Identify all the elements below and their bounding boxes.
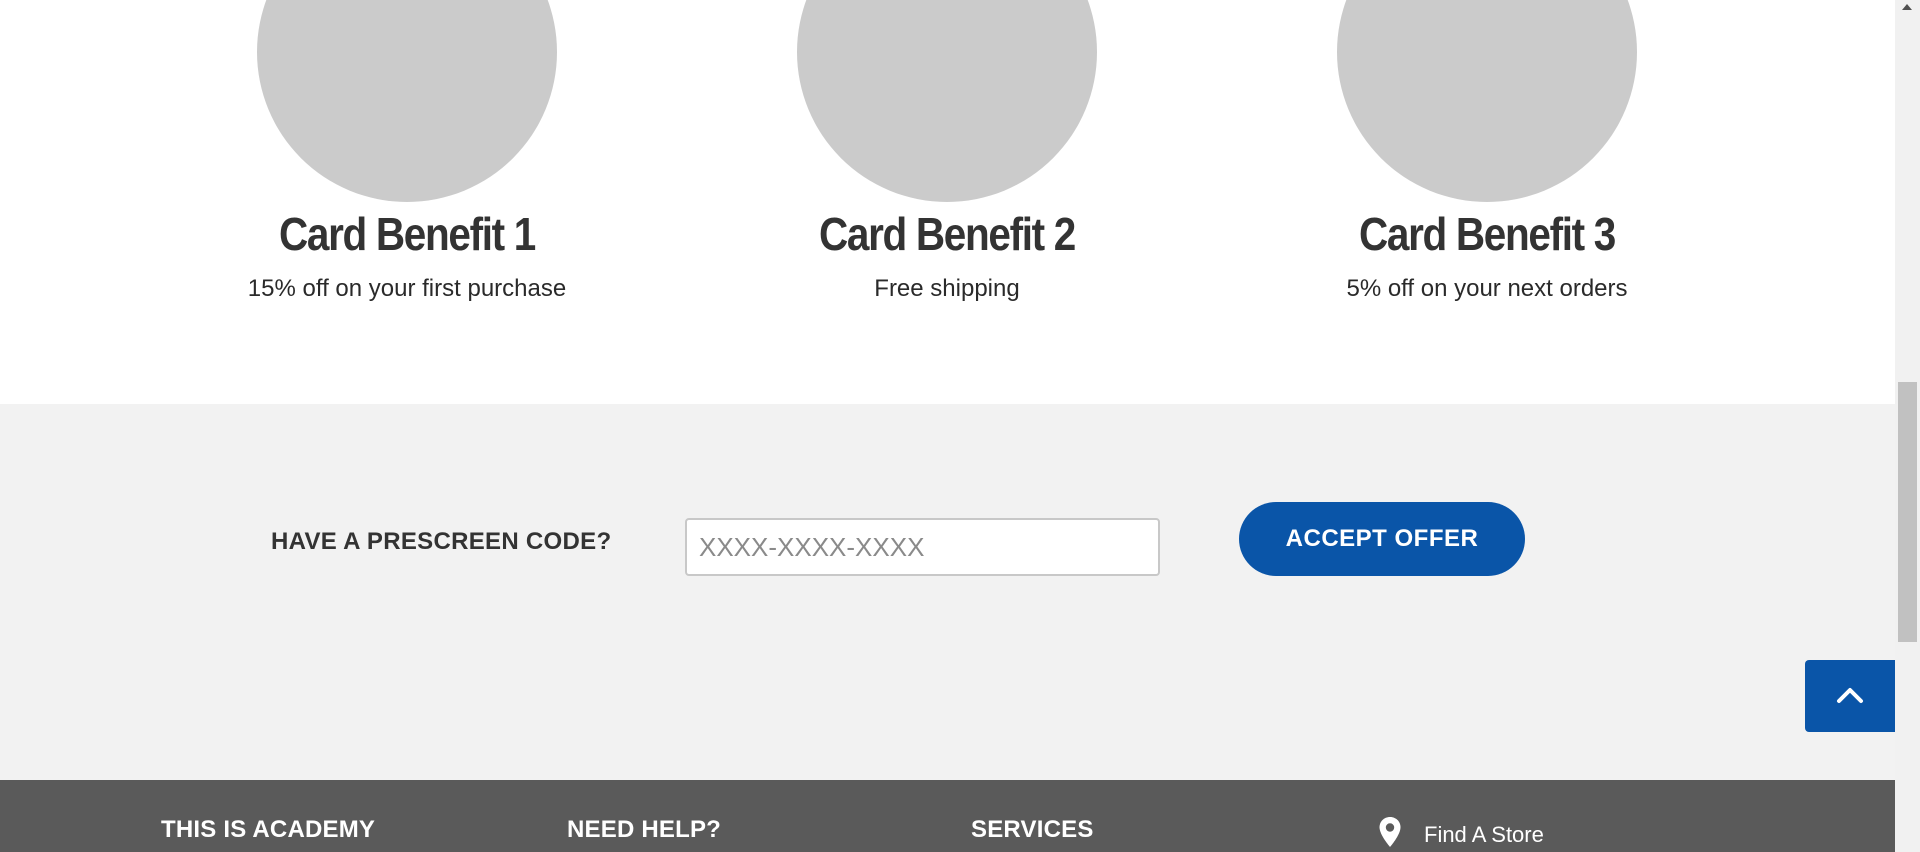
footer-heading-need-help[interactable]: NEED HELP? [567, 816, 721, 844]
benefit-description: 5% off on your next orders [1346, 275, 1628, 302]
back-to-top-button[interactable] [1805, 660, 1895, 732]
card-benefit-1: Card Benefit 1 15% off on your first pur… [177, 0, 637, 304]
find-a-store-label: Find A Store [1424, 822, 1544, 847]
footer-heading-services[interactable]: SERVICES [971, 816, 1094, 844]
page-scrollbar[interactable] [1895, 0, 1920, 852]
benefit-image-placeholder [1337, 0, 1637, 202]
scrollbar-thumb[interactable] [1898, 382, 1917, 642]
scroll-up-arrow-icon[interactable] [1902, 4, 1912, 10]
benefit-title: Card Benefit 3 [1359, 208, 1616, 260]
benefit-description: 15% off on your first purchase [247, 275, 567, 302]
site-footer: THIS IS ACADEMY NEED HELP? SERVICES Find… [0, 780, 1895, 852]
prescreen-section: HAVE A PRESCREEN CODE? ACCEPT OFFER [0, 404, 1895, 780]
prescreen-code-input[interactable] [685, 518, 1160, 576]
card-benefits-section: Card Benefit 1 15% off on your first pur… [0, 0, 1895, 404]
footer-heading-this-is-academy[interactable]: THIS IS ACADEMY [161, 816, 375, 844]
card-benefit-2: Card Benefit 2 Free shipping [717, 0, 1177, 304]
map-pin-icon [1378, 816, 1402, 852]
benefit-title: Card Benefit 2 [819, 208, 1076, 260]
prescreen-label: HAVE A PRESCREEN CODE? [271, 528, 612, 555]
page-content: Card Benefit 1 15% off on your first pur… [0, 0, 1895, 852]
accept-offer-button[interactable]: ACCEPT OFFER [1239, 502, 1525, 576]
benefit-description: Free shipping [874, 275, 1020, 302]
find-a-store-link[interactable]: Find A Store [1378, 816, 1544, 852]
benefit-title: Card Benefit 1 [279, 208, 536, 260]
benefit-image-placeholder [797, 0, 1097, 202]
card-benefit-3: Card Benefit 3 5% off on your next order… [1257, 0, 1717, 304]
page: Card Benefit 1 15% off on your first pur… [0, 0, 1920, 852]
chevron-up-icon [1835, 684, 1865, 709]
benefit-image-placeholder [257, 0, 557, 202]
